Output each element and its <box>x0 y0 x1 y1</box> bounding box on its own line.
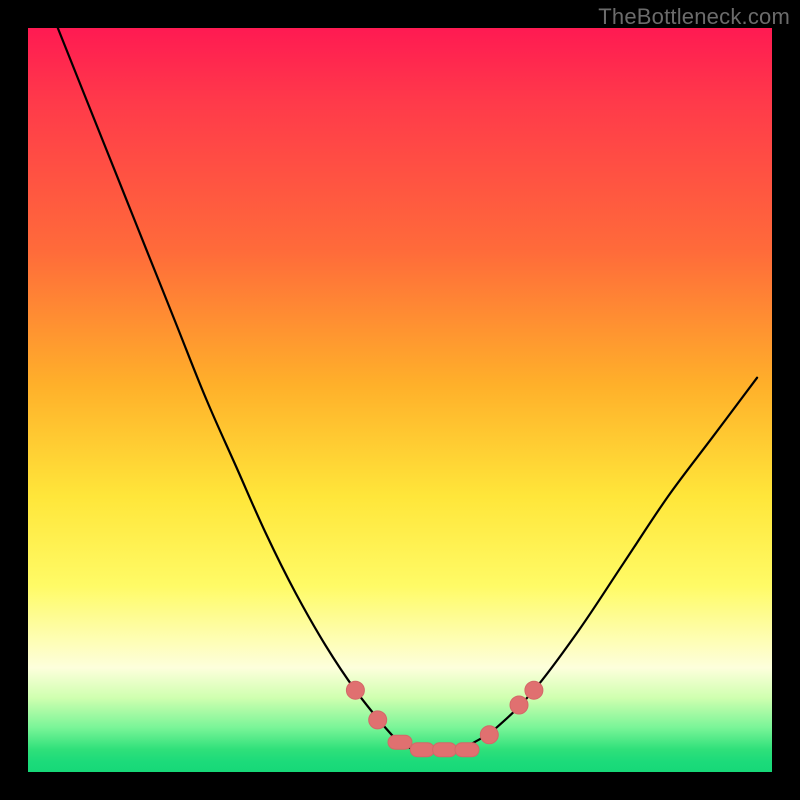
plot-area <box>28 28 772 772</box>
markers-group <box>346 681 543 757</box>
overlay-svg <box>28 28 772 772</box>
chart-frame: TheBottleneck.com <box>0 0 800 800</box>
bottleneck-curve <box>58 28 757 750</box>
marker-point <box>410 743 434 757</box>
marker-point <box>388 735 412 749</box>
marker-point <box>480 726 498 744</box>
marker-point <box>525 681 543 699</box>
watermark-text: TheBottleneck.com <box>598 4 790 30</box>
curve-group <box>58 28 757 750</box>
marker-point <box>346 681 364 699</box>
marker-point <box>369 711 387 729</box>
marker-point <box>455 743 479 757</box>
marker-point <box>510 696 528 714</box>
marker-point <box>433 743 457 757</box>
